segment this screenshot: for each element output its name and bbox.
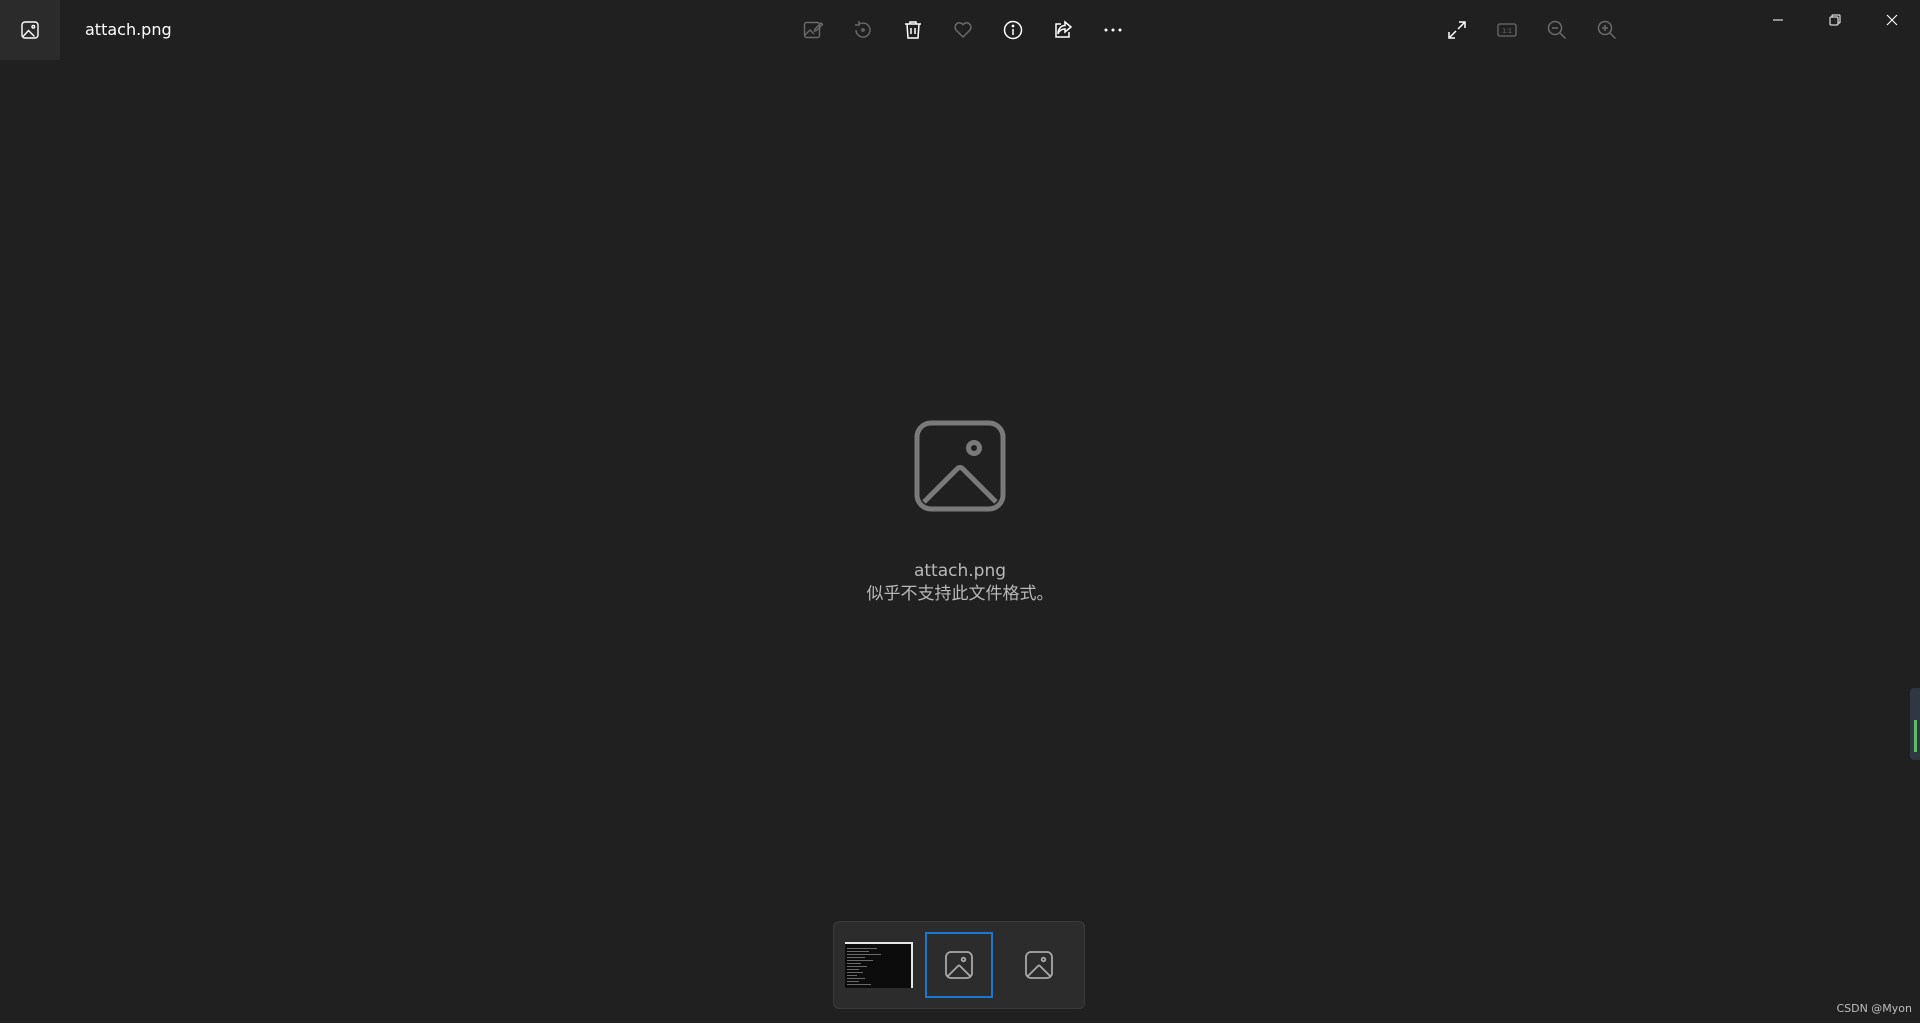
main-toolbar [788,10,1138,50]
actual-size-button[interactable]: 1:1 [1482,10,1532,50]
zoom-out-icon [1547,20,1567,40]
zoom-out-button[interactable] [1532,10,1582,50]
file-info-button[interactable] [988,10,1038,50]
fullscreen-button[interactable] [1432,10,1482,50]
photos-app-icon [21,21,39,39]
zoom-in-button[interactable] [1582,10,1632,50]
unsupported-format-text: 似乎不支持此文件格式。 [866,584,1054,604]
info-icon [1003,20,1023,40]
favorite-button[interactable] [938,10,988,50]
share-icon [1055,20,1073,38]
screenshot-thumbnail [845,942,913,988]
image-placeholder-icon [914,420,1006,512]
restore-button[interactable] [1806,0,1863,40]
rotate-icon [855,21,871,38]
app-menu-button[interactable] [0,0,60,60]
more-icon [1104,28,1122,32]
actual-size-icon: 1:1 [1497,23,1517,37]
filmstrip-item-selected[interactable] [925,932,993,998]
minimize-button[interactable] [1749,0,1806,40]
photos-viewer-window: attach.png 1:1 attach.png 似乎不支持此文件格式。 CS… [0,0,1920,1023]
restore-icon [1829,14,1840,26]
rotate-button[interactable] [838,10,888,50]
actual-size-label: 1:1 [1502,28,1512,35]
delete-button[interactable] [888,10,938,50]
window-controls [1749,0,1920,40]
file-title: attach.png [85,20,172,39]
title-bar: attach.png 1:1 [0,0,1920,60]
level-indicator [1914,720,1917,752]
filmstrip-item[interactable] [845,932,913,998]
zoom-in-icon [1597,20,1617,40]
edit-image-button[interactable] [788,10,838,50]
view-toolbar: 1:1 [1432,10,1632,50]
minimize-icon [1772,19,1783,21]
image-placeholder-icon [1025,951,1053,979]
filmstrip [833,921,1085,1009]
unsupported-file-message: attach.png 似乎不支持此文件格式。 [0,420,1920,606]
filmstrip-item[interactable] [1005,932,1073,998]
share-button[interactable] [1038,10,1088,50]
delete-icon [905,21,921,39]
image-placeholder-icon [945,951,973,979]
watermark: CSDN @Myon⁠ [1836,1002,1912,1015]
unsupported-file-name: attach.png [913,561,1007,581]
side-panel-handle[interactable] [1910,688,1920,760]
more-options-button[interactable] [1088,10,1138,50]
edit-image-icon [803,21,824,39]
favorite-icon [954,22,972,39]
close-icon [1886,14,1897,26]
fullscreen-icon [1448,21,1466,39]
close-button[interactable] [1863,0,1920,40]
